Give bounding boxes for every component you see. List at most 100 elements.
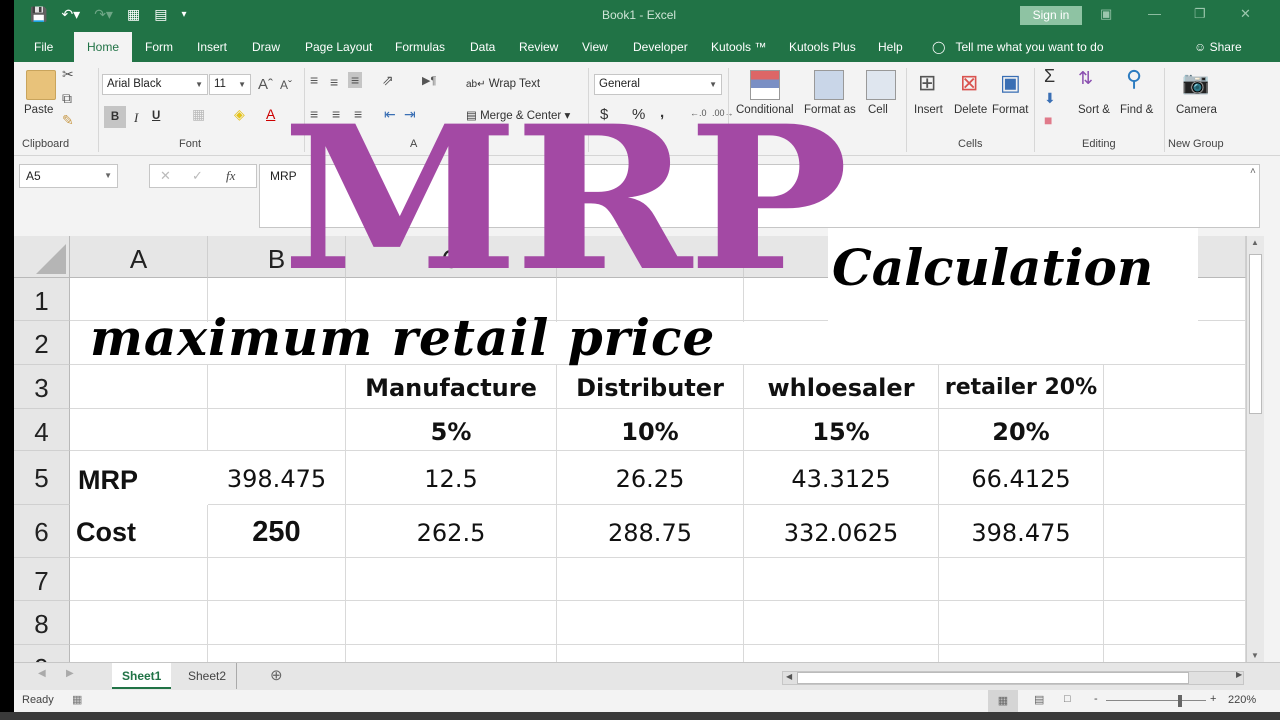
cell-g4[interactable] <box>1104 409 1246 451</box>
borders-icon[interactable]: ▦ <box>192 106 205 123</box>
cell-c6[interactable]: 262.5 <box>346 505 557 558</box>
tab-form[interactable]: Form <box>145 32 173 62</box>
font-size-select[interactable]: 11 ▼ <box>209 74 251 95</box>
cell-styles-icon[interactable] <box>866 70 896 100</box>
cell-a9[interactable] <box>70 645 208 662</box>
cell-d5[interactable]: 26.25 <box>557 451 744 505</box>
cell-e4[interactable]: 15% <box>744 409 939 451</box>
vertical-scroll-thumb[interactable] <box>1249 254 1262 414</box>
vertical-scrollbar[interactable]: ▲ ▼ <box>1246 236 1264 662</box>
sign-in-button[interactable]: Sign in <box>1020 6 1082 25</box>
cell-c4[interactable]: 5% <box>346 409 557 451</box>
row-header-2[interactable]: 2 <box>14 321 70 365</box>
tab-kutools[interactable]: Kutools ™ <box>711 32 766 62</box>
tab-insert[interactable]: Insert <box>197 32 227 62</box>
cell-a6[interactable]: Cost <box>70 505 208 558</box>
cell-b9[interactable] <box>208 645 346 662</box>
cell-c5[interactable]: 12.5 <box>346 451 557 505</box>
customize-icon[interactable]: ▾ <box>181 9 186 20</box>
increase-font-icon[interactable]: Aˆ <box>258 76 273 93</box>
delete-cells-icon[interactable]: ⊠ <box>960 70 978 96</box>
sort-filter-button[interactable]: Sort & <box>1078 104 1110 116</box>
share-button[interactable]: ☺ Share <box>1194 32 1242 62</box>
cell-f5[interactable]: 66.4125 <box>939 451 1104 505</box>
cell-d4[interactable]: 10% <box>557 409 744 451</box>
cell-b4[interactable] <box>208 409 346 451</box>
cell-f3[interactable]: retailer 20% <box>939 365 1104 409</box>
row-header-3[interactable]: 3 <box>14 365 70 409</box>
autosum-icon[interactable]: Σ <box>1044 66 1055 87</box>
insert-function-icon[interactable]: fx <box>226 168 235 184</box>
cell-d6[interactable]: 288.75 <box>557 505 744 558</box>
minimize-icon[interactable]: — <box>1148 6 1161 21</box>
cell-f8[interactable] <box>939 601 1104 645</box>
sort-filter-icon[interactable]: ⇅ <box>1078 68 1093 89</box>
tab-draw[interactable]: Draw <box>252 32 280 62</box>
tab-page-layout[interactable]: Page Layout <box>305 32 372 62</box>
cell-b3[interactable] <box>208 365 346 409</box>
cell-f9[interactable] <box>939 645 1104 662</box>
save-icon[interactable]: 💾 <box>30 6 47 23</box>
cell-c9[interactable] <box>346 645 557 662</box>
column-header-a[interactable]: A <box>70 236 208 278</box>
zoom-out-button[interactable]: - <box>1094 693 1098 705</box>
row-header-9[interactable]: 9 <box>14 645 70 662</box>
redo-icon[interactable]: ↷▾ <box>94 6 113 23</box>
tab-review[interactable]: Review <box>519 32 558 62</box>
find-select-icon[interactable]: ⚲ <box>1126 66 1142 92</box>
cell-a3[interactable] <box>70 365 208 409</box>
bold-button[interactable]: B <box>104 106 126 128</box>
row-header-1[interactable]: 1 <box>14 278 70 321</box>
cell-g3[interactable] <box>1104 365 1246 409</box>
cell-g7[interactable] <box>1104 558 1246 601</box>
fill-icon[interactable]: ⬇ <box>1044 90 1056 107</box>
form-icon[interactable]: ▦ <box>127 6 140 23</box>
tab-formulas[interactable]: Formulas <box>395 32 445 62</box>
next-sheet-icon[interactable]: ▶ <box>66 668 74 679</box>
row-header-5[interactable]: 5 <box>14 451 70 505</box>
cell-styles-button[interactable]: Cell <box>868 104 888 116</box>
macro-record-icon[interactable]: ▦ <box>72 693 82 706</box>
tab-file[interactable]: File <box>34 32 53 62</box>
paste-button[interactable]: Paste <box>24 104 53 116</box>
cell-d7[interactable] <box>557 558 744 601</box>
scroll-up-icon[interactable]: ▲ <box>1251 238 1259 247</box>
font-color-icon[interactable]: A <box>266 106 275 122</box>
cell-g9[interactable] <box>1104 645 1246 662</box>
tab-view[interactable]: View <box>582 32 608 62</box>
underline-button[interactable]: U <box>152 110 160 122</box>
paste-icon[interactable] <box>26 70 56 100</box>
cut-icon[interactable]: ✂ <box>62 66 74 83</box>
tab-kutools-plus[interactable]: Kutools Plus <box>789 32 856 62</box>
cell-g5[interactable] <box>1104 451 1246 505</box>
sheet-tab-sheet1[interactable]: Sheet1 <box>112 663 172 689</box>
cell-c8[interactable] <box>346 601 557 645</box>
scroll-right-icon[interactable]: ▶ <box>1236 670 1242 679</box>
cell-b6[interactable]: 250 <box>208 505 346 558</box>
restore-icon[interactable]: ❐ <box>1194 6 1206 22</box>
cell-b8[interactable] <box>208 601 346 645</box>
zoom-in-button[interactable]: + <box>1210 693 1216 705</box>
tab-help[interactable]: Help <box>878 32 903 62</box>
cell-b7[interactable] <box>208 558 346 601</box>
name-box[interactable]: A5 ▼ <box>19 164 118 188</box>
scroll-left-icon[interactable]: ◀ <box>786 672 792 681</box>
cell-f4[interactable]: 20% <box>939 409 1104 451</box>
fill-color-icon[interactable]: ◈ <box>234 106 245 123</box>
scroll-down-icon[interactable]: ▼ <box>1251 651 1259 660</box>
tab-data[interactable]: Data <box>470 32 495 62</box>
cell-e6[interactable]: 332.0625 <box>744 505 939 558</box>
page-layout-view-icon[interactable]: ▤ <box>1034 693 1044 706</box>
add-sheet-icon[interactable]: ⊕ <box>270 666 283 684</box>
normal-view-icon[interactable]: ▦ <box>988 690 1018 712</box>
horizontal-scrollbar[interactable]: ◀ <box>782 671 1244 685</box>
horizontal-scroll-thumb[interactable] <box>797 672 1189 684</box>
prev-sheet-icon[interactable]: ◀ <box>38 668 46 679</box>
cell-a8[interactable] <box>70 601 208 645</box>
cell-b5[interactable]: 398.475 <box>208 451 346 505</box>
clear-icon[interactable]: ■ <box>1044 112 1052 128</box>
cell-g6[interactable] <box>1104 505 1246 558</box>
camera-button[interactable]: Camera <box>1176 104 1217 116</box>
cell-d9[interactable] <box>557 645 744 662</box>
cell-c3[interactable]: Manufacture <box>346 365 557 409</box>
